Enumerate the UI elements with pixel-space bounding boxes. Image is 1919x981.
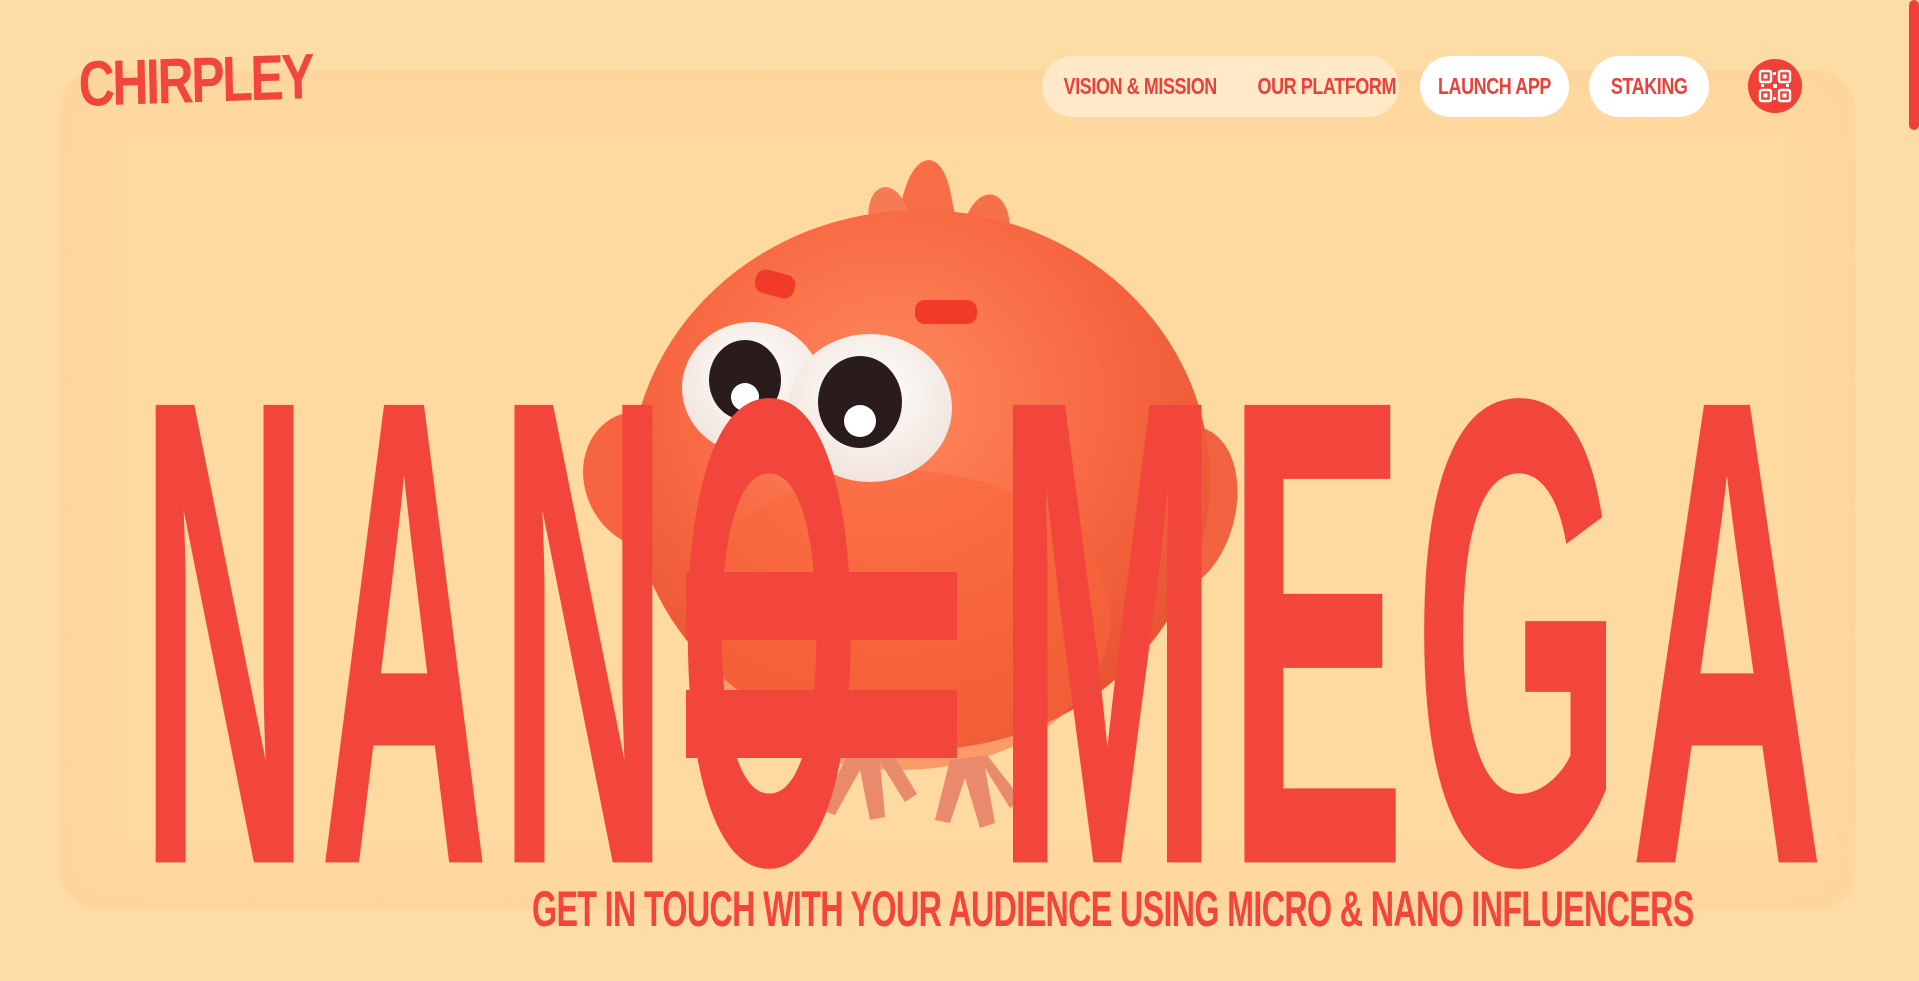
hero-tagline: GET IN TOUCH WITH YOUR AUDIENCE USING MI… <box>532 881 1694 937</box>
nav-link-vision-mission[interactable]: VISION & MISSION <box>1064 73 1218 100</box>
chirpley-logo[interactable]: CHIRPLEY <box>78 40 313 120</box>
staking-button[interactable]: STAKING <box>1589 56 1709 117</box>
equals-bar-bottom <box>686 690 957 758</box>
landing-page: CHIRPLEY VISION & MISSION OUR PLATFORM L… <box>0 0 1919 981</box>
nav-link-our-platform[interactable]: OUR PLATFORM <box>1258 73 1397 100</box>
scroll-indicator[interactable] <box>1909 0 1919 130</box>
launch-app-button[interactable]: LAUNCH APP <box>1420 56 1569 117</box>
launch-app-label: LAUNCH APP <box>1437 73 1552 99</box>
qr-code-button[interactable] <box>1748 59 1802 113</box>
equals-sign <box>686 572 957 762</box>
staking-label: STAKING <box>1610 73 1688 99</box>
equals-bar-top <box>686 572 957 640</box>
headline-word-mega: MEGA <box>995 261 1832 981</box>
primary-nav: VISION & MISSION OUR PLATFORM <box>1042 56 1399 117</box>
qr-code-icon <box>1758 69 1792 103</box>
